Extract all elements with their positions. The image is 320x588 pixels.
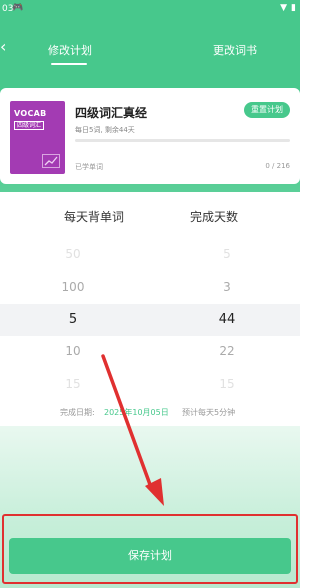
- learned-count: 0 / 216: [265, 162, 290, 170]
- days-option[interactable]: 5: [187, 247, 267, 261]
- wifi-icon: ▼: [280, 3, 288, 13]
- tab-modify-plan[interactable]: 修改计划: [48, 42, 92, 58]
- status-bar: 03 🎮 ▼ ▮: [0, 0, 300, 18]
- days-option[interactable]: 3: [187, 280, 267, 294]
- words-option[interactable]: 50: [33, 247, 113, 261]
- learned-label: 已学单词: [75, 163, 103, 171]
- battery-icon: ▮: [291, 3, 296, 13]
- words-per-day-header: 每天背单词: [64, 210, 125, 224]
- days-option[interactable]: 15: [187, 377, 267, 391]
- plan-info-row: 完成日期: 2025年10月05日 预计每天5分钟: [0, 404, 300, 422]
- cover-vocab-text: VOCAB: [14, 109, 47, 118]
- book-title: 四级词汇真经: [75, 106, 148, 120]
- active-tab-indicator: [51, 63, 87, 65]
- book-cover: VOCAB 四级词汇: [10, 101, 65, 174]
- progress-bar: [75, 139, 290, 142]
- finish-date-label: 完成日期:: [60, 408, 95, 417]
- tab-change-book[interactable]: 更改词书: [213, 42, 257, 58]
- words-option-selected[interactable]: 5: [33, 312, 113, 327]
- finish-date-value: 2025年10月05日: [104, 408, 169, 417]
- words-option[interactable]: 10: [33, 344, 113, 358]
- days-to-finish-header: 完成天数: [190, 210, 239, 224]
- trend-chart-icon: [42, 154, 60, 168]
- status-icons: ▼ ▮: [280, 3, 296, 13]
- book-card: VOCAB 四级词汇 四级词汇真经 重置计划 每日5词, 剩余44天 已学单词 …: [0, 88, 300, 184]
- plan-picker: 每天背单词 完成天数 50 100 5 10 15 5 3 44 22 15 完…: [0, 192, 300, 426]
- header: ‹ 修改计划 更改词书: [0, 18, 300, 88]
- days-option[interactable]: 22: [187, 344, 267, 358]
- save-plan-button[interactable]: 保存计划: [9, 538, 291, 574]
- cover-tag: 四级词汇: [14, 121, 45, 130]
- days-option-selected[interactable]: 44: [187, 312, 267, 327]
- chevron-left-icon[interactable]: ‹: [0, 39, 10, 55]
- words-option[interactable]: 100: [33, 280, 113, 294]
- gamepad-icon: 🎮: [12, 3, 24, 13]
- words-option[interactable]: 15: [33, 377, 113, 391]
- daily-estimate: 预计每天5分钟: [182, 408, 236, 417]
- reset-plan-button[interactable]: 重置计划: [244, 102, 290, 118]
- plan-subtitle: 每日5词, 剩余44天: [75, 126, 135, 134]
